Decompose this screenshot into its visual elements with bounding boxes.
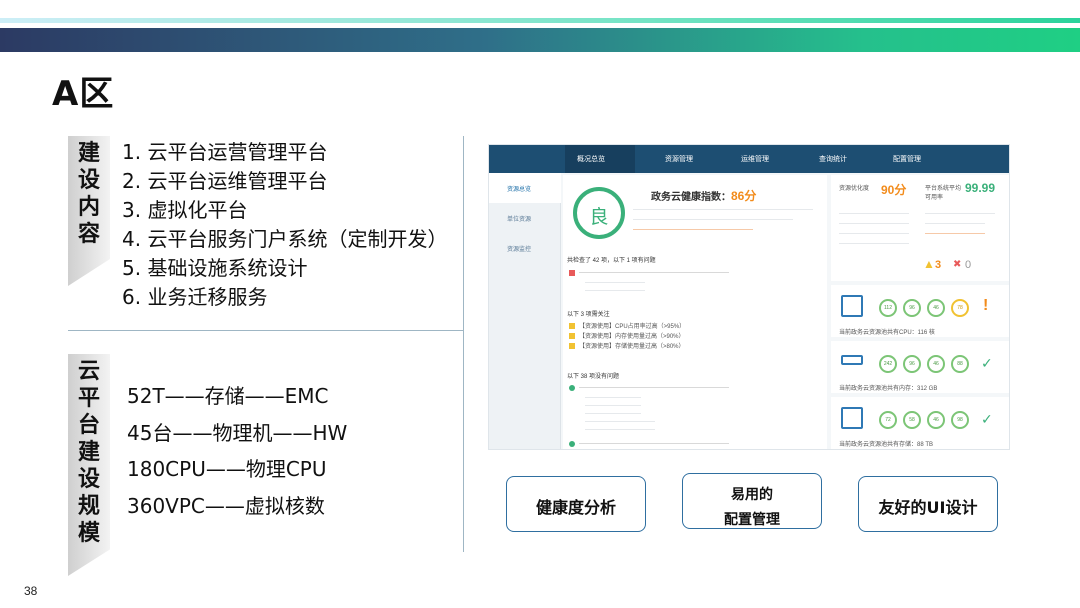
check-icon: ✓ <box>981 355 993 371</box>
vertical-divider <box>463 136 464 552</box>
score-a-label: 资源优化度 <box>839 186 870 192</box>
gauge: 98 <box>951 411 969 429</box>
memory-icon <box>841 355 863 365</box>
list-item: 3. 虚拟化平台 <box>122 198 248 222</box>
cloud-scale-list: 52T——存储——EMC 45台——物理机——HW 180CPU——物理CPU … <box>127 378 347 524</box>
cpu-card: 112 96 46 78 ! 当前政务云资源池共有CPU：116 核 <box>831 285 1009 337</box>
feature-easy-config: 易用的 配置管理 <box>682 473 822 529</box>
header-gradient-band <box>0 28 1080 52</box>
feature-health-analysis: 健康度分析 <box>506 476 646 532</box>
list-item: 360VPC——虚拟核数 <box>127 493 325 518</box>
nav-item-resource: 资源管理 <box>665 156 693 163</box>
list-item: 180CPU——物理CPU <box>127 457 327 481</box>
list-item: 6. 业务迁移服务 <box>122 285 268 309</box>
left-nav-item: 资源总览 <box>489 173 561 203</box>
gauge: 242 <box>879 355 897 373</box>
score-b-value: 99.99 <box>965 181 996 195</box>
warning-icon: ▲ <box>923 257 935 271</box>
gauge: 88 <box>951 355 969 373</box>
cpu-icon <box>841 295 863 317</box>
left-nav: 资源总览 单位资源 资源监控 <box>489 173 561 449</box>
attention-row: 【资源使用】CPU占用率过高（>95%） <box>579 324 686 330</box>
build-content-list: 1. 云平台运营管理平台 2. 云平台运维管理平台 3. 虚拟化平台 4. 云平… <box>122 138 447 312</box>
gauge: 78 <box>951 299 969 317</box>
health-label-text: 政务云健康指数： <box>651 192 731 203</box>
list-item: 52T——存储——EMC <box>127 384 329 408</box>
left-nav-item: 资源监控 <box>507 247 532 253</box>
check-icon: ✓ <box>981 411 993 427</box>
check-summary: 共检查了 42 项，以下 1 项有问题 <box>567 258 656 264</box>
metrics-column: 资源优化度 90分 平台系统平均可用率 99.99 3 ▲ ✖ 0 112 96… <box>831 175 1009 449</box>
gauge-note: 当前政务云资源池共有内存：312 GB <box>839 386 938 392</box>
warn-count: 3 <box>935 259 942 271</box>
list-item: 1. 云平台运营管理平台 <box>122 140 328 164</box>
gauge: 46 <box>927 355 945 373</box>
score-b-label: 平台系统平均可用率 <box>925 186 962 201</box>
grade-value: 良 <box>589 206 609 228</box>
gauge-note: 当前政务云资源池共有存储：88 TB <box>839 442 934 448</box>
header-decor-bar <box>0 18 1080 52</box>
error-icon: ✖ <box>953 259 962 270</box>
feature-easy-config-line2: 配置管理 <box>724 512 780 528</box>
left-nav-item: 单位资源 <box>507 217 532 223</box>
storage-card: 72 58 46 98 ✓ 当前政务云资源池共有存储：88 TB <box>831 397 1009 449</box>
gauge: 46 <box>927 411 945 429</box>
memory-card: 242 96 46 88 ✓ 当前政务云资源池共有内存：312 GB <box>831 341 1009 393</box>
list-item: 5. 基础设施系统设计 <box>122 256 308 280</box>
storage-icon <box>841 407 863 429</box>
header-thin-stripe <box>0 18 1080 23</box>
gauge: 72 <box>879 411 897 429</box>
gauge: 96 <box>903 299 921 317</box>
horizontal-divider <box>68 330 464 331</box>
section-tag-label: 建设内容 <box>78 141 101 247</box>
list-item: 4. 云平台服务门户系统（定制开发） <box>122 227 448 251</box>
attention-row: 【资源使用】内存使用量过高（>90%） <box>579 334 685 340</box>
gauge: 46 <box>927 299 945 317</box>
attention-row: 【资源使用】存储使用量过高（>80%） <box>579 344 685 350</box>
err-count: 0 <box>965 259 972 271</box>
score-card: 资源优化度 90分 平台系统平均可用率 99.99 3 ▲ ✖ 0 <box>831 175 1009 281</box>
nav-item-stats: 查询统计 <box>819 156 847 163</box>
attention-summary: 以下 3 项需关注 <box>567 312 610 318</box>
score-a-value: 90分 <box>881 183 907 197</box>
alert-icon: ! <box>983 297 989 314</box>
health-score: 86分 <box>731 189 757 203</box>
gauge: 58 <box>903 411 921 429</box>
nav-item-config: 配置管理 <box>893 156 921 163</box>
grade-ring: 良 <box>573 187 625 239</box>
platform-screenshot: 概况总览 资源管理 运维管理 查询统计 配置管理 资源总览 单位资源 资源监控 … <box>488 144 1010 450</box>
nav-item-overview: 概况总览 <box>577 156 605 163</box>
health-panel: 良 政务云健康指数：86分 共检查了 42 项，以下 1 项有问题 以下 3 项… <box>563 175 827 449</box>
health-label: 政务云健康指数：86分 <box>651 187 756 204</box>
page-title: A区 <box>52 74 115 114</box>
feature-friendly-ui: 友好的UI设计 <box>858 476 998 532</box>
section-tag-build-content: 建设内容 <box>68 136 110 286</box>
gauge: 96 <box>903 355 921 373</box>
page-number: 38 <box>24 584 38 598</box>
gauge: 112 <box>879 299 897 317</box>
normal-summary: 以下 38 项没有问题 <box>567 374 620 380</box>
gauge-note: 当前政务云资源池共有CPU：116 核 <box>839 330 935 336</box>
nav-item-ops: 运维管理 <box>741 156 769 163</box>
list-item: 45台——物理机——HW <box>127 420 348 445</box>
top-nav: 概况总览 资源管理 运维管理 查询统计 配置管理 <box>489 145 1009 173</box>
list-item: 2. 云平台运维管理平台 <box>122 169 328 193</box>
section-tag-label: 云平台建设规模 <box>78 359 101 546</box>
section-tag-cloud-scale: 云平台建设规模 <box>68 354 110 576</box>
feature-easy-config-line1: 易用的 <box>731 487 773 503</box>
